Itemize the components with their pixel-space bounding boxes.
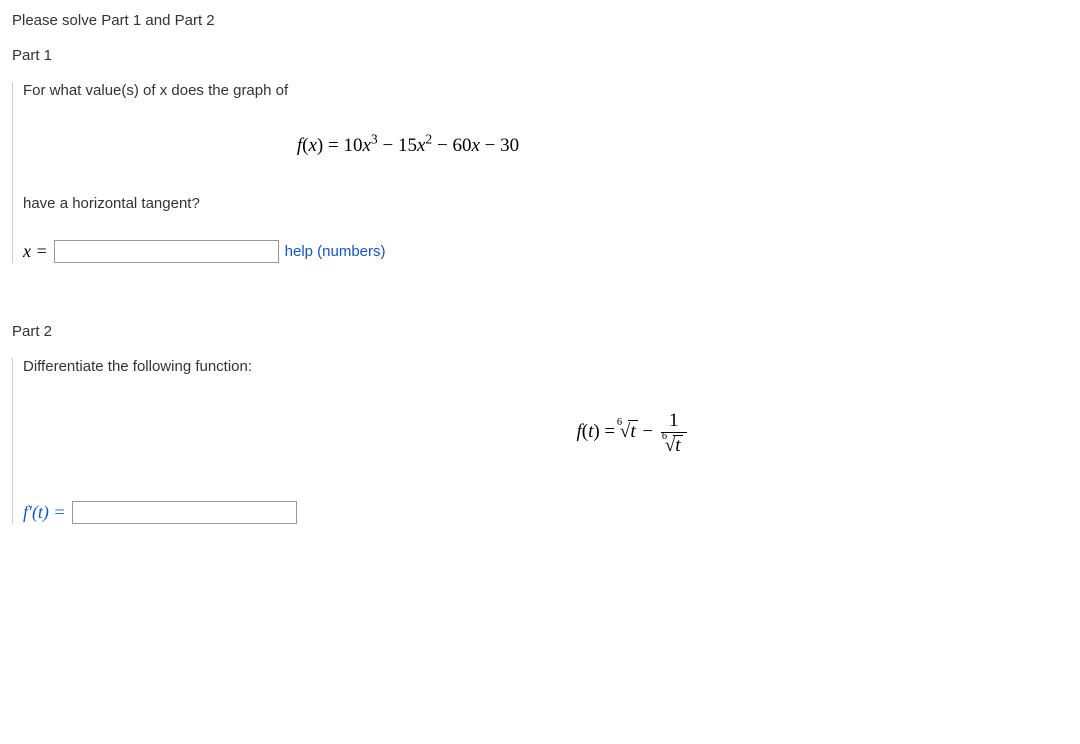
part1-title: Part 1 [12, 47, 1068, 64]
help-link[interactable]: help (numbers) [285, 243, 386, 260]
part1-answer-input[interactable] [54, 240, 279, 263]
part1-question-lead: For what value(s) of x does the graph of [23, 82, 1068, 99]
part1-input-line: x = help (numbers) [23, 240, 1068, 263]
page-heading: Please solve Part 1 and Part 2 [12, 12, 1068, 29]
part2-equation: f(t) = 6√t − 16√t [23, 393, 843, 473]
part2-input-label: f′(t) = [23, 502, 66, 523]
part1-equation: f(x) = 10x3 − 15x2 − 60x − 30 [23, 117, 793, 175]
part2-answer-input[interactable] [72, 501, 297, 524]
part2-question: Differentiate the following function: [23, 358, 1068, 375]
part1-block: For what value(s) of x does the graph of… [12, 82, 1068, 263]
part2-input-line: f′(t) = [23, 501, 1068, 524]
part2-title: Part 2 [12, 323, 1068, 340]
part1-question-tail: have a horizontal tangent? [23, 195, 1068, 212]
part2-block: Differentiate the following function: f(… [12, 358, 1068, 524]
part1-input-label: x = [23, 241, 48, 262]
